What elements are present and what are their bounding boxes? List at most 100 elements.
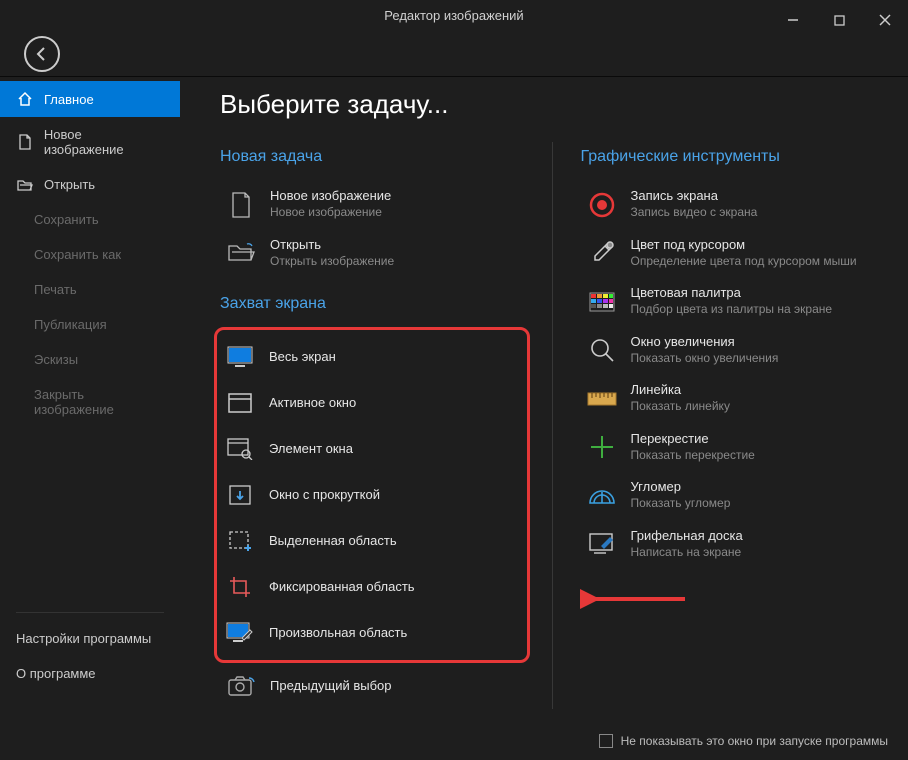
crop-icon (225, 572, 255, 602)
new-file-icon (226, 190, 256, 220)
sidebar-item-thumbnails: Эскизы (0, 342, 180, 377)
eyedropper-icon (587, 238, 617, 268)
sidebar-item-save: Сохранить (0, 202, 180, 237)
task-label: Новое изображениеНовое изображение (270, 188, 391, 220)
monitor-icon (225, 342, 255, 372)
task-capture-selected-area[interactable]: Выделенная область (219, 518, 525, 564)
window-title: Редактор изображений (384, 8, 523, 23)
sidebar-label: Сохранить (34, 212, 99, 227)
folder-open-icon (16, 178, 34, 192)
sidebar-item-print: Печать (0, 272, 180, 307)
section-graphic-tools: Графические инструменты (581, 148, 885, 166)
task-label: Элемент окна (269, 441, 353, 458)
sidebar-item-new-image[interactable]: Новое изображение (0, 117, 180, 167)
tool-label: Запись экранаЗапись видео с экрана (631, 188, 758, 220)
task-label: ОткрытьОткрыть изображение (270, 237, 394, 269)
monitor-pen-icon (225, 618, 255, 648)
tool-label: УгломерПоказать угломер (631, 479, 731, 511)
sidebar-item-publish: Публикация (0, 307, 180, 342)
tool-color-palette[interactable]: Цветовая палитраПодбор цвета из палитры … (581, 277, 885, 325)
footer: Не показывать это окно при запуске прогр… (0, 721, 908, 760)
tool-label: Грифельная доскаНаписать на экране (631, 528, 743, 560)
maximize-button[interactable] (816, 0, 862, 40)
tool-label: ЛинейкаПоказать линейку (631, 382, 730, 414)
tool-label: Окно увеличенияПоказать окно увеличения (631, 334, 779, 366)
tool-protractor[interactable]: УгломерПоказать угломер (581, 471, 885, 519)
window-search-icon (225, 434, 255, 464)
task-label: Предыдущий выбор (270, 678, 392, 695)
sidebar-label: Открыть (44, 177, 95, 192)
sidebar-item-settings[interactable]: Настройки программы (0, 621, 180, 656)
tool-color-picker[interactable]: Цвет под курсоромОпределение цвета под к… (581, 229, 885, 277)
camera-repeat-icon (226, 671, 256, 701)
task-capture-active-window[interactable]: Активное окно (219, 380, 525, 426)
palette-grid-icon (587, 287, 617, 317)
sidebar-item-about[interactable]: О программе (0, 656, 180, 691)
sidebar-label: Сохранить как (34, 247, 121, 262)
magnifier-icon (587, 335, 617, 365)
window-controls (770, 0, 908, 40)
sidebar-label: О программе (16, 666, 96, 681)
sidebar-item-save-as: Сохранить как (0, 237, 180, 272)
sidebar-label: Печать (34, 282, 77, 297)
task-label: Окно с прокруткой (269, 487, 380, 504)
tool-ruler[interactable]: ЛинейкаПоказать линейку (581, 374, 885, 422)
highlight-box: Весь экран Активное окно Элемент окна (214, 327, 530, 663)
task-previous-capture[interactable]: Предыдущий выбор (220, 663, 524, 709)
window-icon (225, 388, 255, 418)
titlebar: Редактор изображений (0, 0, 908, 31)
section-new-task: Новая задача (220, 148, 524, 166)
new-file-icon (16, 134, 34, 150)
tool-label: Цвет под курсоромОпределение цвета под к… (631, 237, 857, 269)
whiteboard-icon (587, 529, 617, 559)
sidebar-label: Эскизы (34, 352, 78, 367)
sidebar-label: Главное (44, 92, 94, 107)
protractor-icon (587, 481, 617, 511)
task-capture-full-screen[interactable]: Весь экран (219, 334, 525, 380)
tool-screen-record[interactable]: Запись экранаЗапись видео с экрана (581, 180, 885, 228)
tool-magnifier[interactable]: Окно увеличенияПоказать окно увеличения (581, 326, 885, 374)
sidebar-item-main[interactable]: Главное (0, 81, 180, 117)
minimize-button[interactable] (770, 0, 816, 40)
sidebar-item-open[interactable]: Открыть (0, 167, 180, 202)
record-icon (587, 190, 617, 220)
home-icon (16, 91, 34, 107)
sidebar-label: Новое изображение (44, 127, 164, 157)
close-button[interactable] (862, 0, 908, 40)
task-new-image[interactable]: Новое изображениеНовое изображение (220, 180, 524, 228)
scroll-window-icon (225, 480, 255, 510)
ruler-icon (587, 384, 617, 414)
selection-icon (225, 526, 255, 556)
sidebar-divider (16, 612, 164, 613)
task-capture-freeform-area[interactable]: Произвольная область (219, 610, 525, 656)
dont-show-checkbox[interactable] (599, 734, 613, 748)
sidebar: Главное Новое изображение Открыть Сохран… (0, 77, 180, 721)
tool-crosshair[interactable]: ПерекрестиеПоказать перекрестие (581, 423, 885, 471)
back-button[interactable] (24, 36, 60, 72)
sidebar-label: Настройки программы (16, 631, 151, 646)
sidebar-item-close-image: Закрыть изображение (0, 377, 180, 427)
task-label: Весь экран (269, 349, 336, 366)
folder-open-icon (226, 238, 256, 268)
crosshair-icon (587, 432, 617, 462)
task-capture-window-element[interactable]: Элемент окна (219, 426, 525, 472)
app-window: Редактор изображений Главное Новое изобр… (0, 0, 908, 760)
task-label: Произвольная область (269, 625, 407, 642)
section-screen-capture: Захват экрана (220, 295, 524, 313)
tool-label: Цветовая палитраПодбор цвета из палитры … (631, 285, 833, 317)
main-content: Выберите задачу... Новая задача Новое из… (180, 77, 908, 721)
tool-label: ПерекрестиеПоказать перекрестие (631, 431, 755, 463)
task-capture-fixed-area[interactable]: Фиксированная область (219, 564, 525, 610)
sidebar-label: Закрыть изображение (34, 387, 164, 417)
task-label: Активное окно (269, 395, 356, 412)
column-right: Графические инструменты Запись экранаЗап… (553, 142, 885, 709)
task-capture-scrolling-window[interactable]: Окно с прокруткой (219, 472, 525, 518)
page-title: Выберите задачу... (220, 89, 884, 120)
body: Главное Новое изображение Открыть Сохран… (0, 77, 908, 721)
tool-whiteboard[interactable]: Грифельная доскаНаписать на экране (581, 520, 885, 568)
sidebar-label: Публикация (34, 317, 107, 332)
dont-show-label: Не показывать это окно при запуске прогр… (621, 734, 888, 748)
column-left: Новая задача Новое изображениеНовое изоб… (220, 142, 553, 709)
task-open[interactable]: ОткрытьОткрыть изображение (220, 229, 524, 277)
task-label: Выделенная область (269, 533, 397, 550)
